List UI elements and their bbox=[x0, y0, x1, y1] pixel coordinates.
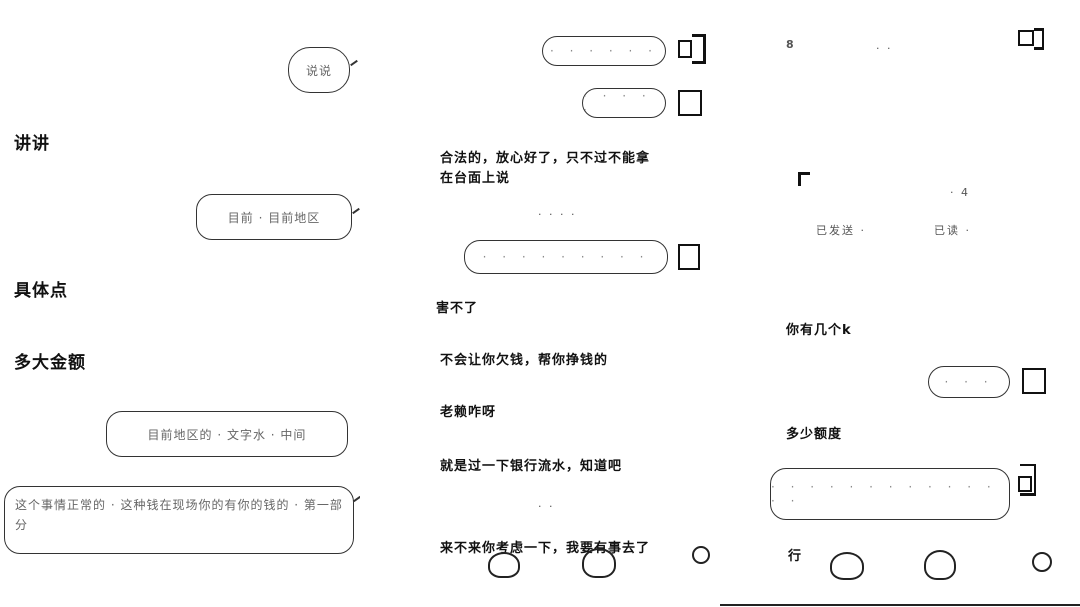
chat-panel-right: 8 · · · 4 已发送 · 已读 · 你有几个k · · · 多少额度 · … bbox=[720, 0, 1080, 607]
chat-bubble-outgoing[interactable]: 这个事情正常的 · 这种钱在现场你的有你的钱的 · 第一部分 bbox=[4, 486, 354, 554]
chat-message-incoming: 害不了 bbox=[436, 301, 479, 316]
bubble-text: · · · · · · · · · · · · · · bbox=[771, 480, 997, 508]
emoji-face-icon[interactable] bbox=[488, 552, 520, 578]
chat-message-incoming: 就是过一下银行流水，知道吧 bbox=[440, 459, 623, 474]
chat-bubble-outgoing[interactable]: 目前地区的 · 文字水 · 中间 bbox=[106, 411, 348, 457]
bubble-text: 目前 · 目前地区 bbox=[227, 210, 321, 225]
chat-message-incoming: 老赖咋呀 bbox=[440, 405, 497, 420]
chat-message-incoming: 多大金额 bbox=[14, 353, 86, 373]
chat-bubble-outgoing[interactable]: 说说 bbox=[288, 47, 350, 93]
avatar[interactable] bbox=[678, 90, 702, 116]
chat-bubble-outgoing[interactable]: · · · bbox=[928, 366, 1010, 398]
chat-message-incoming: 你有几个k bbox=[786, 323, 852, 338]
bubble-text: · · · · · bbox=[583, 89, 652, 117]
avatar[interactable] bbox=[1018, 30, 1034, 46]
bubble-tail bbox=[350, 59, 358, 67]
chat-message-incoming: 多少额度 bbox=[786, 427, 843, 442]
message-fragment: · · · · bbox=[538, 208, 577, 221]
avatar[interactable] bbox=[678, 40, 692, 58]
bubble-text: 目前地区的 · 文字水 · 中间 bbox=[147, 427, 307, 442]
emoji-glasses-icon[interactable] bbox=[924, 550, 956, 580]
chat-bubble-outgoing[interactable]: 目前 · 目前地区 bbox=[196, 194, 352, 240]
chat-bubble-outgoing[interactable]: · · · · · · bbox=[542, 36, 666, 66]
chat-bubble-outgoing[interactable]: · · · · · bbox=[582, 88, 666, 118]
message-fragment: · 4 bbox=[950, 186, 970, 199]
chat-message-incoming: 行 bbox=[788, 549, 803, 564]
avatar[interactable] bbox=[1022, 368, 1046, 394]
chat-message-incoming: 合法的，放心好了，只不过不能拿 bbox=[440, 151, 651, 166]
message-fragment: · · bbox=[538, 500, 555, 513]
bubble-tail bbox=[352, 207, 360, 215]
message-fragment: 已发送 · bbox=[816, 224, 866, 237]
bubble-text: · · · · · · bbox=[550, 44, 658, 58]
emoji-glasses-icon[interactable] bbox=[582, 548, 616, 578]
bubble-tail bbox=[353, 495, 360, 503]
bubble-text: 这个事情正常的 · 这种钱在现场你的有你的钱的 · 第一部分 bbox=[15, 498, 343, 532]
bubble-text: · · · bbox=[944, 375, 994, 389]
chat-panel-middle: · · · · · · · · · · · 合法的，放心好了，只不过不能拿 在台… bbox=[360, 0, 720, 607]
divider bbox=[720, 604, 1080, 606]
chat-bubble-icon[interactable] bbox=[692, 546, 710, 564]
message-fragment: 8 bbox=[786, 38, 796, 51]
chat-message-incoming: 具体点 bbox=[14, 281, 68, 301]
message-fragment: 已读 · bbox=[934, 224, 971, 237]
chat-message-incoming: 来不来你考虑一下，我要有事去了 bbox=[440, 541, 651, 556]
chat-message-incoming: 在台面上说 bbox=[440, 171, 511, 186]
image-frame-corner bbox=[798, 172, 810, 186]
chat-message-incoming: 讲讲 bbox=[14, 134, 50, 154]
chat-bubble-icon[interactable] bbox=[1032, 552, 1052, 572]
chat-bubble-outgoing[interactable]: · · · · · · · · · bbox=[464, 240, 668, 274]
avatar-frame bbox=[1034, 28, 1044, 50]
bubble-text: 说说 bbox=[305, 63, 332, 78]
message-fragment: · · bbox=[876, 42, 893, 55]
chat-message-incoming: 不会让你欠钱，帮你挣钱的 bbox=[440, 353, 609, 368]
emoji-face-icon[interactable] bbox=[830, 552, 864, 580]
avatar-frame bbox=[692, 34, 706, 64]
chat-panel-left: 说说 讲讲 目前 · 目前地区 具体点 多大金额 目前地区的 · 文字水 · 中… bbox=[0, 0, 360, 607]
chat-bubble-outgoing[interactable]: · · · · · · · · · · · · · · bbox=[770, 468, 1010, 520]
bubble-text: · · · · · · · · · bbox=[482, 250, 650, 264]
avatar[interactable] bbox=[678, 244, 700, 270]
avatar-frame bbox=[1020, 464, 1036, 496]
